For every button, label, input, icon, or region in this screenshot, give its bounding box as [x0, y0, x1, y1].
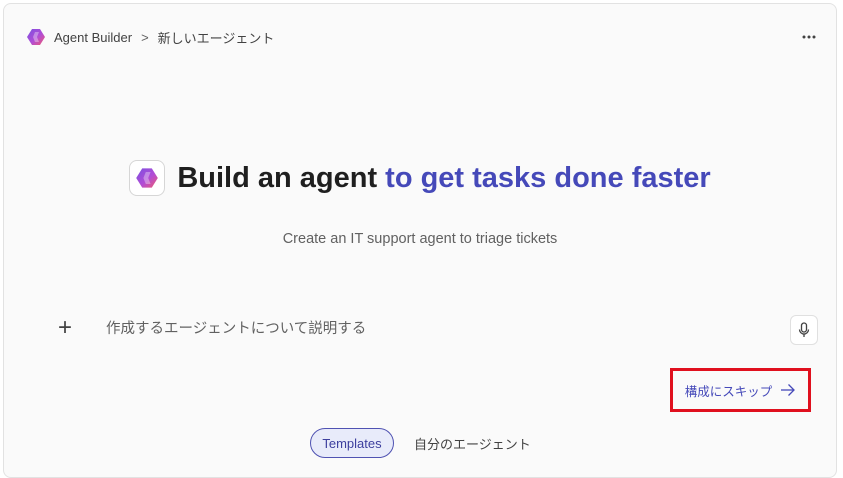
hero-title-accent: to get tasks done faster	[385, 161, 711, 194]
more-options-button[interactable]	[798, 26, 820, 48]
hero-heading: Build an agent to get tasks done faster	[4, 160, 836, 196]
page-title: 新しいエージェント	[157, 30, 275, 46]
add-attachment-button[interactable]: +	[53, 316, 77, 341]
microphone-icon	[798, 322, 810, 337]
chevron-right-icon: >	[141, 29, 149, 45]
microphone-button[interactable]	[790, 315, 818, 345]
tab-my-agents[interactable]: 自分のエージェント	[414, 428, 531, 458]
hero-title: Build an agent to get tasks done faster	[177, 162, 710, 195]
skip-to-configure-label: 構成にスキップ	[684, 384, 773, 399]
agent-builder-logo-icon	[129, 160, 166, 196]
agent-description-input[interactable]	[106, 316, 766, 342]
arrow-right-icon	[780, 383, 796, 397]
agent-builder-logo-icon	[26, 27, 46, 47]
skip-to-configure-link[interactable]: 構成にスキップ	[670, 368, 811, 412]
more-horizontal-icon	[802, 35, 816, 39]
agent-builder-panel: Agent Builder > 新しいエージェント Build an agent…	[3, 3, 837, 478]
breadcrumb: Agent Builder > 新しいエージェント	[26, 26, 820, 48]
tab-templates[interactable]: Templates	[310, 428, 394, 458]
hero-title-main: Build an agent	[177, 161, 386, 194]
breadcrumb-app-link[interactable]: Agent Builder	[54, 30, 132, 45]
suggestion-prompt[interactable]: Create an IT support agent to triage tic…	[4, 231, 836, 247]
